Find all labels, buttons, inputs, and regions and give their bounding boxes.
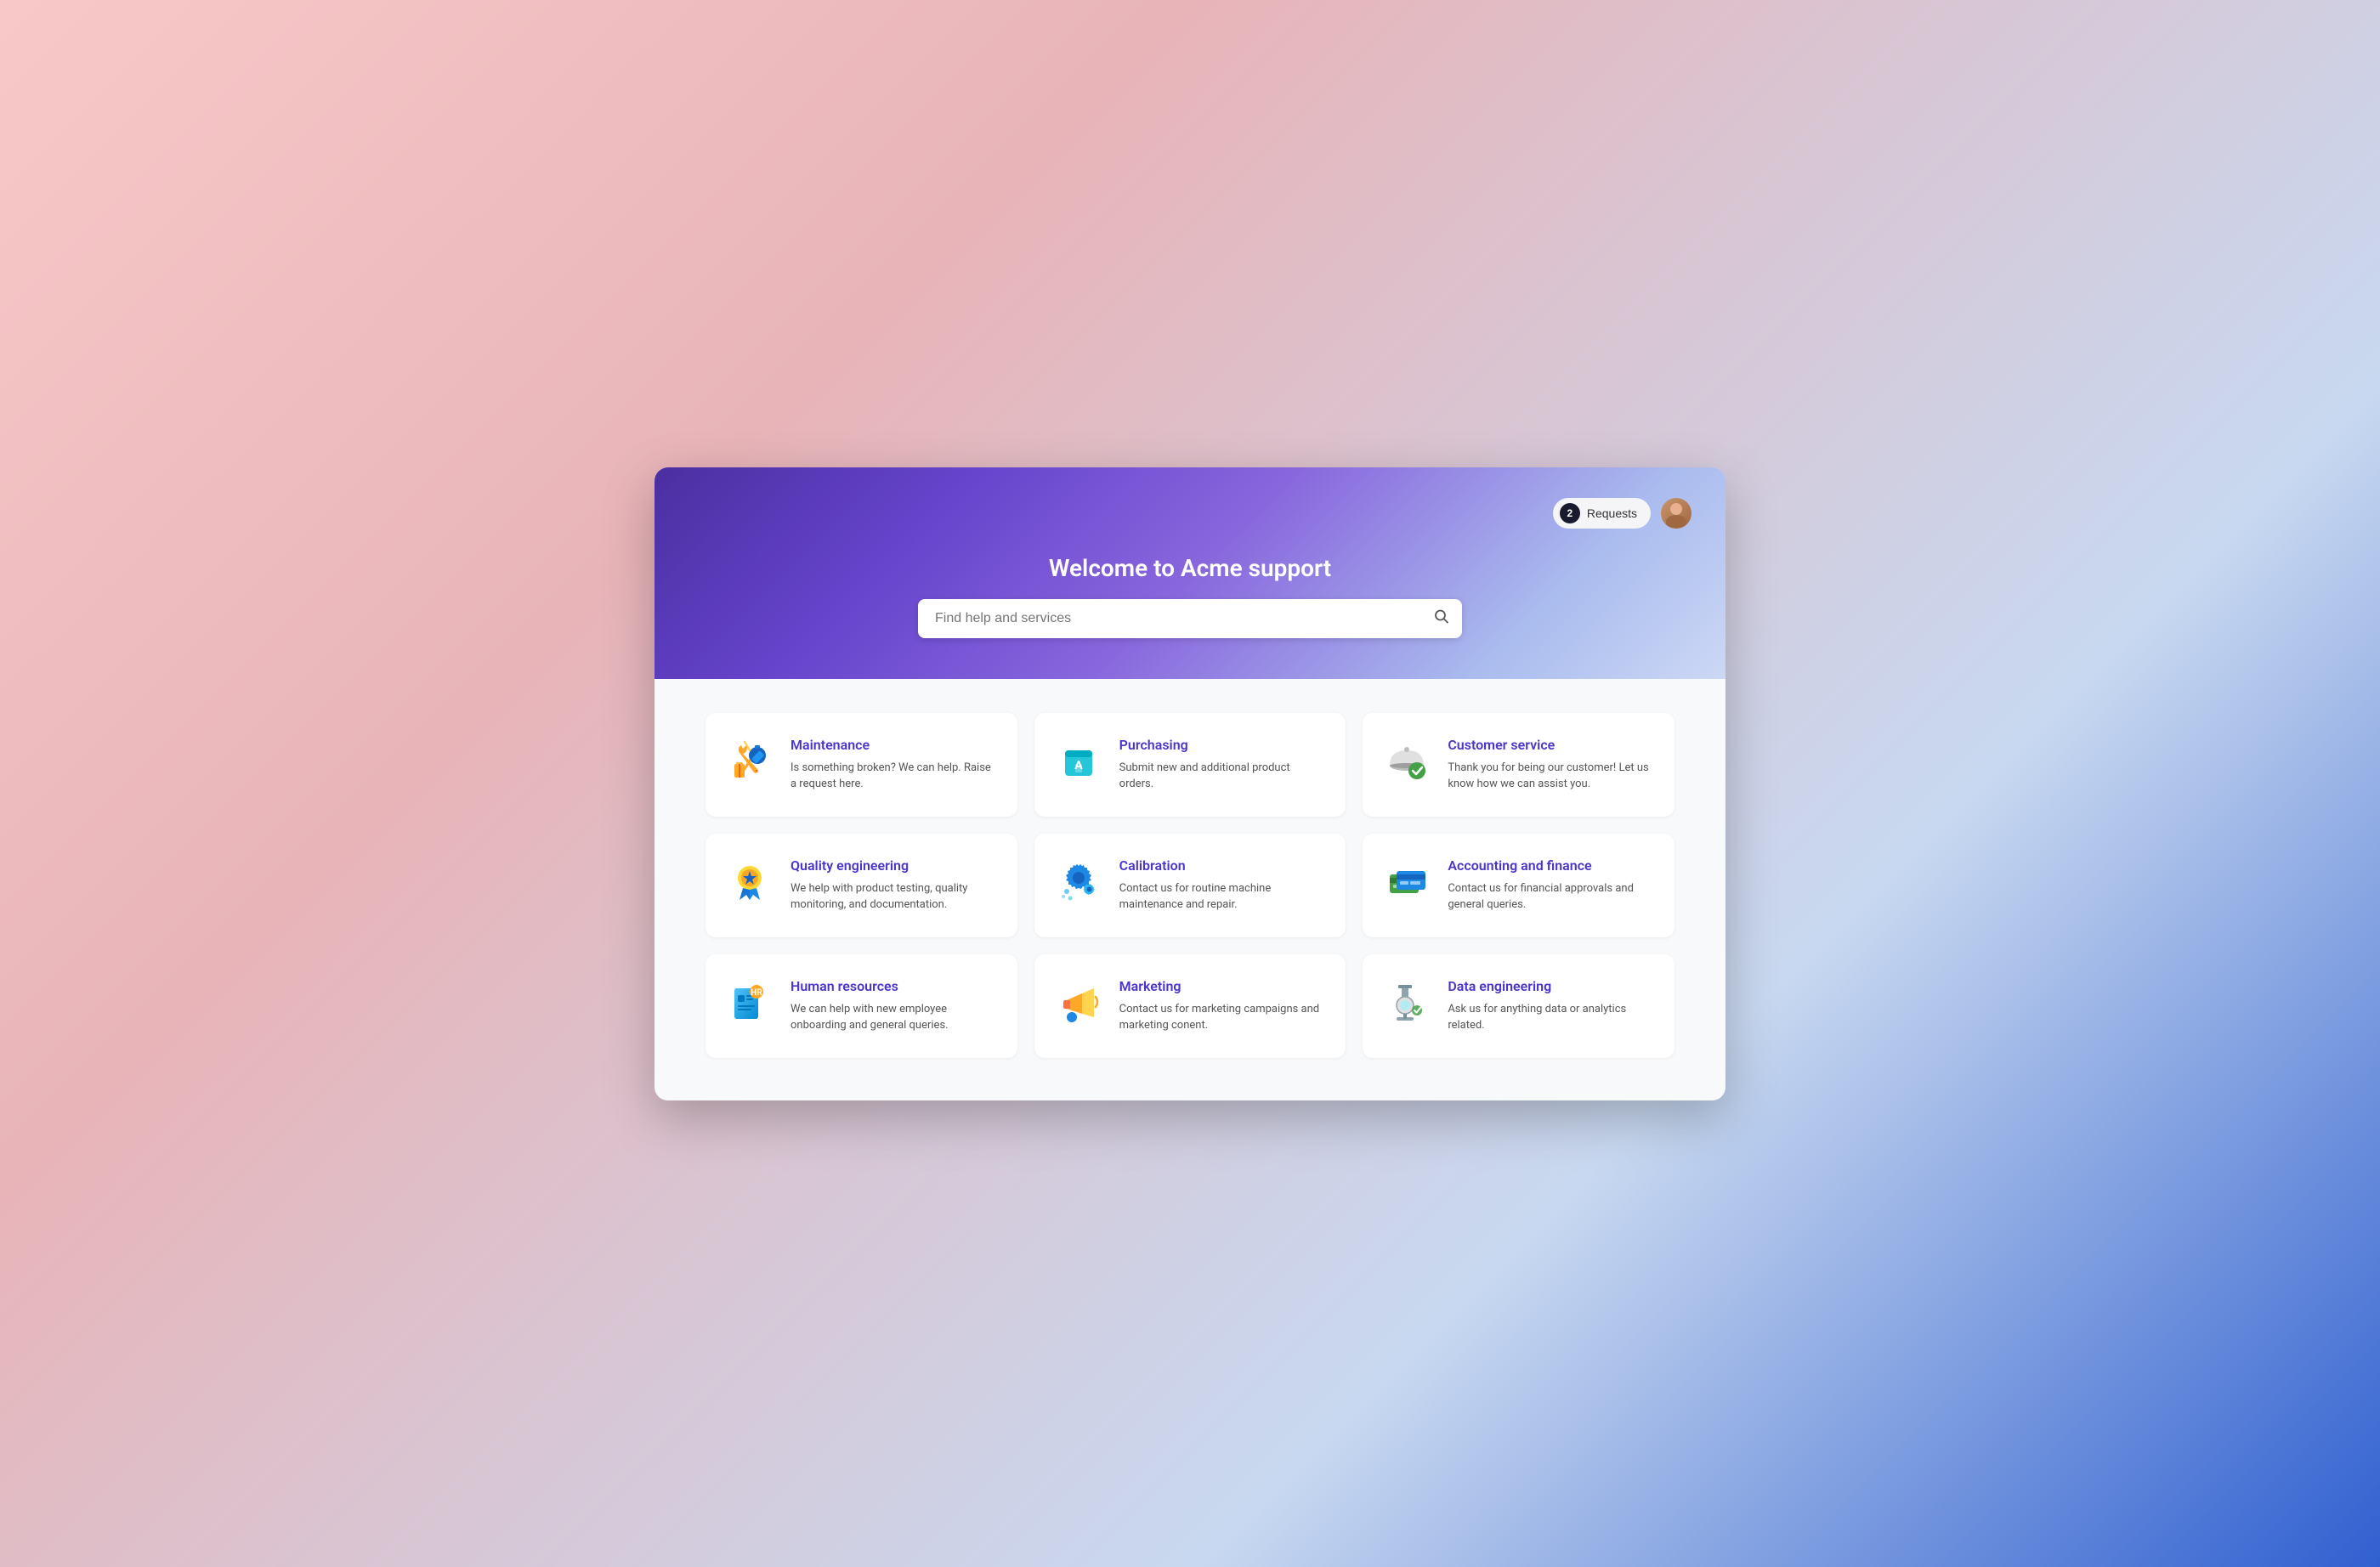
app-window: 2 Requests Welcome to Acme support bbox=[654, 467, 1726, 1100]
data-engineering-body: Data engineering Ask us for anything dat… bbox=[1448, 978, 1651, 1034]
card-data-engineering[interactable]: Data engineering Ask us for anything dat… bbox=[1363, 954, 1674, 1058]
calibration-title: Calibration bbox=[1119, 857, 1323, 874]
quality-engineering-desc: We help with product testing, quality mo… bbox=[790, 880, 994, 914]
human-resources-title: Human resources bbox=[790, 978, 994, 994]
human-resources-desc: We can help with new employee onboarding… bbox=[790, 1001, 994, 1034]
avatar-image bbox=[1661, 498, 1692, 529]
accounting-finance-body: Accounting and finance Contact us for fi… bbox=[1448, 857, 1651, 914]
card-quality-engineering[interactable]: Quality engineering We help with product… bbox=[706, 834, 1017, 937]
data-engineering-desc: Ask us for anything data or analytics re… bbox=[1448, 1001, 1651, 1034]
quality-engineering-body: Quality engineering We help with product… bbox=[790, 857, 994, 914]
purchasing-body: Purchasing Submit new and additional pro… bbox=[1119, 737, 1323, 793]
calibration-icon bbox=[1055, 857, 1102, 905]
customer-service-desc: Thank you for being our customer! Let us… bbox=[1448, 760, 1651, 793]
marketing-body: Marketing Contact us for marketing campa… bbox=[1119, 978, 1323, 1034]
maintenance-title: Maintenance bbox=[790, 737, 994, 753]
card-purchasing[interactable]: A Purchasing Submit new and additional p… bbox=[1034, 713, 1346, 817]
requests-badge: 2 bbox=[1560, 503, 1580, 523]
accounting-finance-desc: Contact us for financial approvals and g… bbox=[1448, 880, 1651, 914]
calibration-desc: Contact us for routine machine maintenan… bbox=[1119, 880, 1323, 914]
human-resources-icon: HR bbox=[726, 978, 774, 1026]
marketing-icon bbox=[1055, 978, 1102, 1026]
marketing-desc: Contact us for marketing campaigns and m… bbox=[1119, 1001, 1323, 1034]
card-accounting-finance[interactable]: Accounting and finance Contact us for fi… bbox=[1363, 834, 1674, 937]
data-engineering-icon bbox=[1383, 978, 1431, 1026]
calibration-body: Calibration Contact us for routine machi… bbox=[1119, 857, 1323, 914]
svg-text:HR: HR bbox=[751, 988, 762, 998]
requests-label: Requests bbox=[1587, 506, 1637, 520]
quality-engineering-icon bbox=[726, 857, 774, 905]
customer-service-title: Customer service bbox=[1448, 737, 1651, 753]
search-button[interactable] bbox=[1433, 608, 1450, 629]
quality-engineering-title: Quality engineering bbox=[790, 857, 994, 874]
requests-button[interactable]: 2 Requests bbox=[1553, 498, 1651, 529]
card-calibration[interactable]: Calibration Contact us for routine machi… bbox=[1034, 834, 1346, 937]
marketing-title: Marketing bbox=[1119, 978, 1323, 994]
customer-service-icon bbox=[1383, 737, 1431, 784]
maintenance-desc: Is something broken? We can help. Raise … bbox=[790, 760, 994, 793]
human-resources-body: Human resources We can help with new emp… bbox=[790, 978, 994, 1034]
maintenance-body: Maintenance Is something broken? We can … bbox=[790, 737, 994, 793]
accounting-finance-title: Accounting and finance bbox=[1448, 857, 1651, 874]
purchasing-title: Purchasing bbox=[1119, 737, 1323, 753]
maintenance-icon bbox=[726, 737, 774, 784]
main-content: Maintenance Is something broken? We can … bbox=[654, 679, 1726, 1100]
customer-service-body: Customer service Thank you for being our… bbox=[1448, 737, 1651, 793]
accounting-finance-icon bbox=[1383, 857, 1431, 905]
card-maintenance[interactable]: Maintenance Is something broken? We can … bbox=[706, 713, 1017, 817]
avatar[interactable] bbox=[1661, 498, 1692, 529]
search-icon bbox=[1433, 608, 1450, 625]
search-input[interactable] bbox=[918, 599, 1462, 638]
page-title: Welcome to Acme support bbox=[688, 554, 1692, 582]
card-human-resources[interactable]: HR Human resources We can help with new … bbox=[706, 954, 1017, 1058]
purchasing-icon: A bbox=[1055, 737, 1102, 784]
search-bar bbox=[918, 599, 1462, 638]
data-engineering-title: Data engineering bbox=[1448, 978, 1651, 994]
purchasing-desc: Submit new and additional product orders… bbox=[1119, 760, 1323, 793]
card-customer-service[interactable]: Customer service Thank you for being our… bbox=[1363, 713, 1674, 817]
cards-grid: Maintenance Is something broken? We can … bbox=[706, 713, 1674, 1058]
top-bar: 2 Requests bbox=[688, 498, 1692, 529]
hero-section: 2 Requests Welcome to Acme support bbox=[654, 467, 1726, 679]
card-marketing[interactable]: Marketing Contact us for marketing campa… bbox=[1034, 954, 1346, 1058]
